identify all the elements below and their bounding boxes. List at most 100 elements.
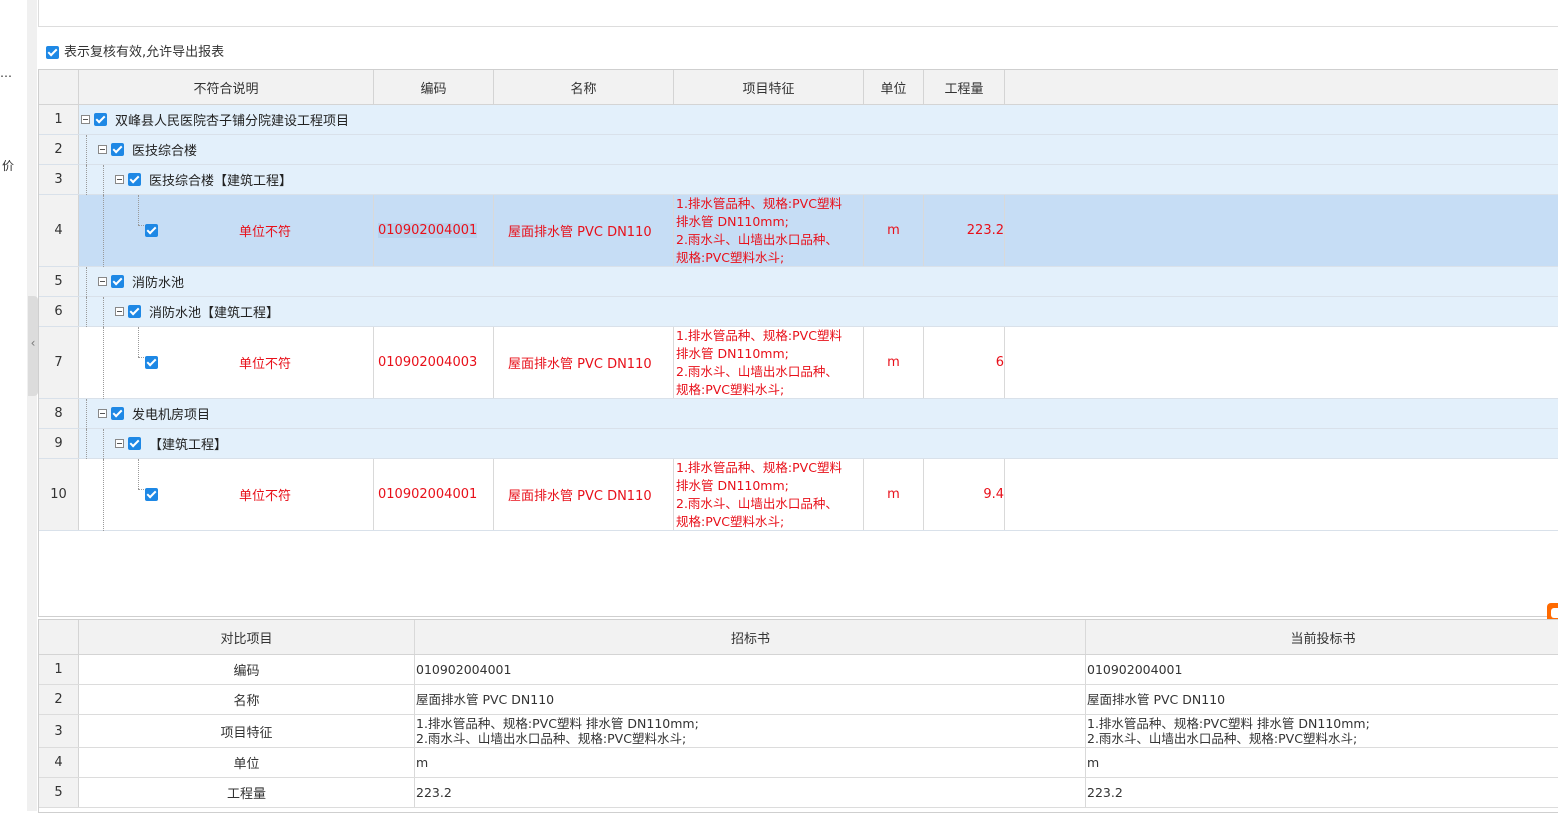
bid-value-cell[interactable]: 010902004001 xyxy=(1086,655,1558,684)
collapse-icon[interactable] xyxy=(98,277,107,286)
group-label[interactable]: 医技综合楼 xyxy=(98,135,197,164)
col-header-name[interactable]: 名称 xyxy=(494,70,674,104)
feature-cell[interactable]: 1.排水管品种、规格:PVC塑料 排水管 DN110mm; 2.雨水斗、山墙出水口品… xyxy=(674,327,864,398)
group-label[interactable]: 双峰县人民医院杏子铺分院建设工程项目 xyxy=(81,105,349,134)
row-checkbox[interactable] xyxy=(111,143,124,156)
unit-cell[interactable]: m xyxy=(864,195,924,266)
tender-value-cell[interactable]: 1.排水管品种、规格:PVC塑料 排水管 DN110mm; 2.雨水斗、山墙出水口… xyxy=(415,715,1086,747)
tender-value-cell[interactable]: 010902004001 xyxy=(415,655,1086,684)
feature-cell[interactable]: 1.排水管品种、规格:PVC塑料 排水管 DN110mm; 2.雨水斗、山墙出水口品… xyxy=(674,459,864,530)
col-header-unit[interactable]: 单位 xyxy=(864,70,924,104)
group-label[interactable]: 医技综合楼【建筑工程】 xyxy=(115,165,292,194)
compare-row[interactable]: 1 编码 010902004001 010902004001 xyxy=(39,655,1558,685)
code-cell[interactable]: 010902004001 xyxy=(374,195,494,266)
col-header-current-bid[interactable]: 当前投标书 xyxy=(1086,620,1558,654)
collapse-icon[interactable] xyxy=(115,307,124,316)
group-label[interactable]: 消防水池 xyxy=(98,267,184,296)
compare-row[interactable]: 4 单位 m m xyxy=(39,748,1558,778)
col-header-compare-item[interactable]: 对比项目 xyxy=(79,620,415,654)
group-row[interactable]: 2 医技综合楼 xyxy=(39,135,1558,165)
collapse-icon[interactable] xyxy=(98,145,107,154)
row-checkbox[interactable] xyxy=(111,407,124,420)
col-header-code[interactable]: 编码 xyxy=(374,70,494,104)
bid-value-cell[interactable]: 屋面排水管 PVC DN110 xyxy=(1086,685,1558,714)
item-code: 010902004003 xyxy=(378,355,478,370)
row-checkbox[interactable] xyxy=(145,356,158,369)
qty-cell[interactable]: 6 xyxy=(924,327,1005,398)
row-checkbox[interactable] xyxy=(145,488,158,501)
row-checkbox[interactable] xyxy=(145,224,158,237)
tender-value-cell[interactable]: m xyxy=(415,748,1086,777)
bid-value-cell[interactable]: m xyxy=(1086,748,1558,777)
qty-cell[interactable]: 223.2 xyxy=(924,195,1005,266)
bid-value-cell[interactable]: 1.排水管品种、规格:PVC塑料 排水管 DN110mm; 2.雨水斗、山墙出水口… xyxy=(1086,715,1558,747)
group-label[interactable]: 发电机房项目 xyxy=(98,399,210,428)
table-row[interactable]: 7 单位不符 010902004003 屋面排水管 PVC DN110 1.排水管品种、… xyxy=(39,327,1558,399)
col-header-qty[interactable]: 工程量 xyxy=(924,70,1005,104)
mismatch-desc-cell[interactable]: 单位不符 xyxy=(79,459,374,531)
left-side-panel: … 价 xyxy=(0,0,28,811)
unit-cell[interactable]: m xyxy=(864,327,924,398)
compare-item-name: 工程量 xyxy=(79,778,415,807)
group-row[interactable]: 6 消防水池【建筑工程】 xyxy=(39,297,1558,327)
row-number: 5 xyxy=(39,267,79,296)
item-unit: m xyxy=(887,487,900,502)
feature-cell[interactable]: 1.排水管品种、规格:PVC塑料 排水管 DN110mm; 2.雨水斗、山墙出水口品… xyxy=(674,195,864,266)
group-row[interactable]: 9 【建筑工程】 xyxy=(39,429,1558,459)
compare-row[interactable]: 3 项目特征 1.排水管品种、规格:PVC塑料 排水管 DN110mm; 2.雨水斗、… xyxy=(39,715,1558,748)
unit-cell[interactable]: m xyxy=(864,459,924,530)
group-row[interactable]: 3 医技综合楼【建筑工程】 xyxy=(39,165,1558,195)
mismatch-desc-cell[interactable]: 单位不符 xyxy=(79,195,374,267)
row-number: 5 xyxy=(39,778,79,807)
collapse-icon[interactable] xyxy=(98,409,107,418)
row-checkbox[interactable] xyxy=(128,437,141,450)
code-cell[interactable]: 010902004001 xyxy=(374,459,494,530)
table-row[interactable]: 10 单位不符 010902004001 屋面排水管 PVC DN110 1.排水管品种… xyxy=(39,459,1558,531)
tree-line xyxy=(86,135,87,165)
compare-row[interactable]: 5 工程量 223.2 223.2 xyxy=(39,778,1558,808)
feature-line: 规格:PVC塑料水斗; xyxy=(676,381,785,397)
item-feature: 1.排水管品种、规格:PVC塑料 排水管 DN110mm; 2.雨水斗、山墙出水口品… xyxy=(674,195,842,267)
group-row[interactable]: 1 双峰县人民医院杏子铺分院建设工程项目 xyxy=(39,105,1558,135)
tree-line xyxy=(103,297,104,327)
compare-row[interactable]: 2 名称 屋面排水管 PVC DN110 屋面排水管 PVC DN110 xyxy=(39,685,1558,715)
collapse-icon[interactable] xyxy=(115,439,124,448)
mismatch-desc-cell[interactable]: 单位不符 xyxy=(79,327,374,399)
tender-value-cell[interactable]: 223.2 xyxy=(415,778,1086,807)
name-cell[interactable]: 屋面排水管 PVC DN110 xyxy=(494,195,674,266)
tree-line xyxy=(138,459,139,489)
bid-value: 屋面排水管 PVC DN110 xyxy=(1087,692,1225,707)
group-row[interactable]: 8 发电机房项目 xyxy=(39,399,1558,429)
group-name: 医技综合楼【建筑工程】 xyxy=(149,174,293,189)
name-cell[interactable]: 屋面排水管 PVC DN110 xyxy=(494,327,674,398)
header-corner xyxy=(39,70,79,104)
tree-line xyxy=(103,195,104,267)
collapse-icon[interactable] xyxy=(81,115,90,124)
export-option[interactable]: 表示复核有效,允许导出报表 xyxy=(46,41,224,60)
collapse-icon[interactable] xyxy=(115,175,124,184)
export-checkbox[interactable] xyxy=(46,46,59,59)
tender-value-cell[interactable]: 屋面排水管 PVC DN110 xyxy=(415,685,1086,714)
collapse-panel-handle[interactable]: ‹ xyxy=(28,296,38,396)
col-header-desc[interactable]: 不符合说明 xyxy=(79,70,374,104)
group-label[interactable]: 消防水池【建筑工程】 xyxy=(115,297,279,326)
col-header-tender[interactable]: 招标书 xyxy=(415,620,1086,654)
code-cell[interactable]: 010902004003 xyxy=(374,327,494,398)
mismatch-description: 单位不符 xyxy=(239,489,292,504)
bid-value-cell[interactable]: 223.2 xyxy=(1086,778,1558,807)
qty-cell[interactable]: 9.4 xyxy=(924,459,1005,530)
row-checkbox[interactable] xyxy=(111,275,124,288)
group-row[interactable]: 5 消防水池 xyxy=(39,267,1558,297)
feature-line: 1.排水管品种、规格:PVC塑料 xyxy=(676,195,842,211)
row-checkbox[interactable] xyxy=(128,305,141,318)
table-row[interactable]: 4 单位不符 010902004001 屋面排水管 PVC DN110 1.排水管品种、… xyxy=(39,195,1558,267)
group-label[interactable]: 【建筑工程】 xyxy=(115,429,227,458)
item-code: 010902004001 xyxy=(378,487,478,502)
name-cell[interactable]: 屋面排水管 PVC DN110 xyxy=(494,459,674,530)
row-checkbox[interactable] xyxy=(94,113,107,126)
tree-line xyxy=(103,165,104,195)
col-header-feature[interactable]: 项目特征 xyxy=(674,70,864,104)
tender-value: 223.2 xyxy=(416,785,452,800)
tender-value: 010902004001 xyxy=(416,662,511,677)
row-checkbox[interactable] xyxy=(128,173,141,186)
